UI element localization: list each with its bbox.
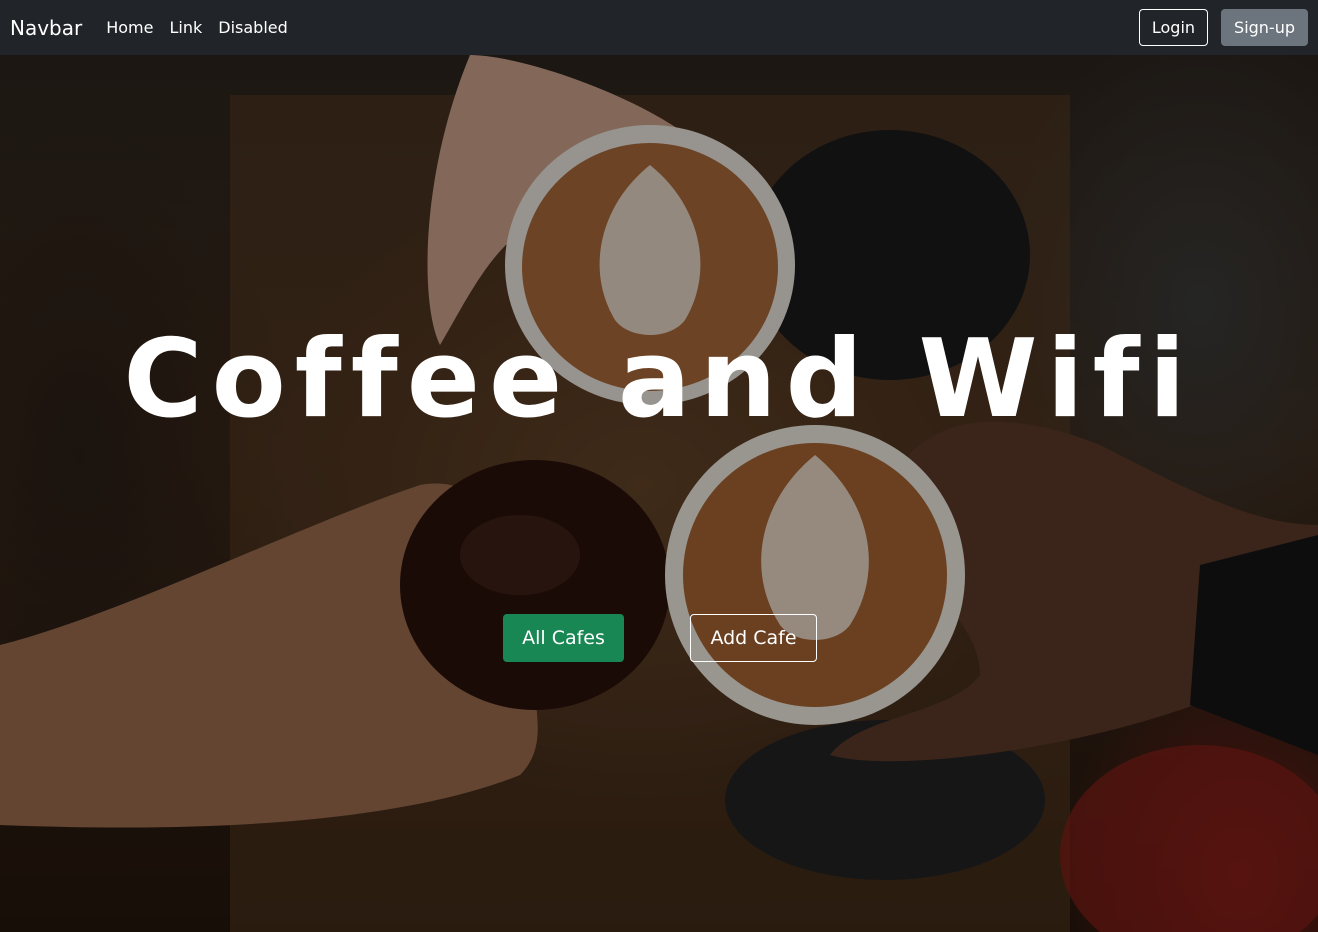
login-button[interactable]: Login	[1138, 9, 1209, 46]
all-cafes-button[interactable]: All Cafes	[503, 614, 624, 662]
add-cafe-button[interactable]: Add Cafe	[690, 614, 817, 662]
auth-buttons: Login Sign-up	[1138, 9, 1308, 46]
nav-link-home[interactable]: Home	[106, 18, 153, 37]
nav-link-link[interactable]: Link	[169, 18, 202, 37]
navbar-brand[interactable]: Navbar	[10, 16, 82, 40]
hero-section: Coffee and Wifi All Cafes Add Cafe	[0, 55, 1318, 932]
hero-actions: All Cafes Add Cafe	[503, 614, 817, 662]
nav-links: Home Link Disabled	[106, 18, 304, 37]
hero-headline: Coffee and Wifi	[123, 317, 1195, 442]
hero-overlay	[0, 55, 1318, 932]
signup-button[interactable]: Sign-up	[1221, 9, 1308, 46]
top-navbar: Navbar Home Link Disabled Login Sign-up	[0, 0, 1318, 55]
nav-link-disabled: Disabled	[218, 18, 288, 37]
